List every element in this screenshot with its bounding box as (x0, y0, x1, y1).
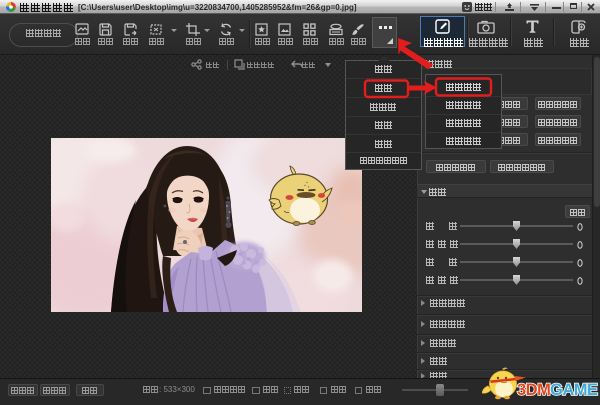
svg-text:GAME: GAME (550, 381, 598, 399)
svg-text:3DM: 3DM (517, 381, 550, 399)
